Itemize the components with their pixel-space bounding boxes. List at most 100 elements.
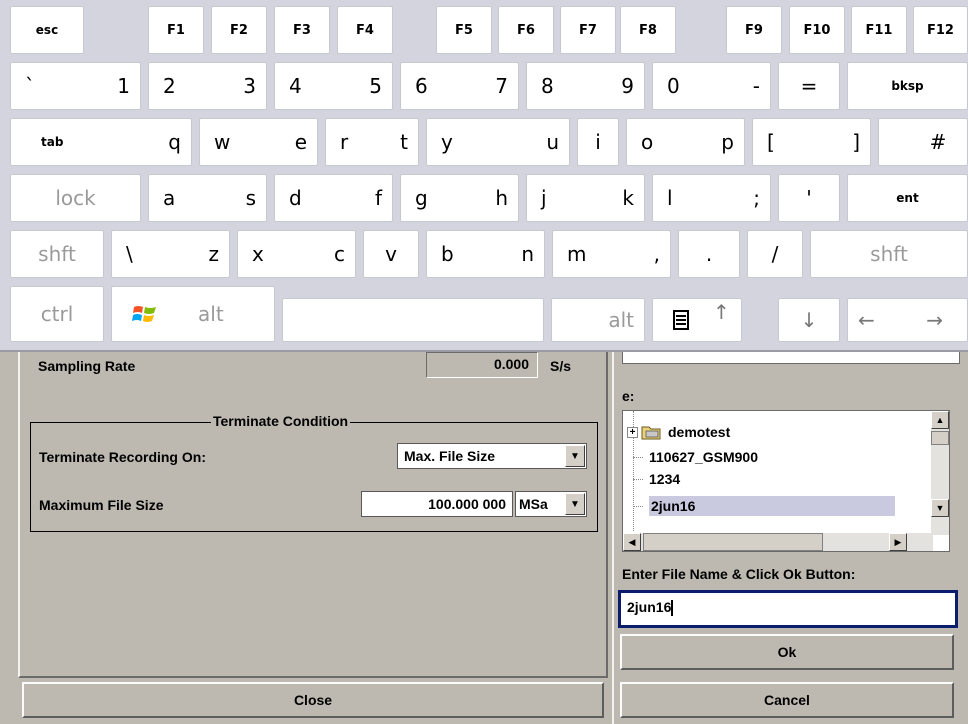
- key-label: w: [214, 130, 231, 154]
- key-down-arrow[interactable]: ↓: [778, 298, 840, 342]
- file-size-value: 100.000 000: [428, 496, 506, 512]
- key-label: -: [752, 74, 760, 98]
- key-a-s[interactable]: a s: [148, 174, 267, 222]
- scroll-up-icon[interactable]: ▲: [931, 411, 949, 429]
- key-shift-right[interactable]: shft: [810, 230, 968, 278]
- key-f4[interactable]: F4: [337, 6, 393, 54]
- key-o-p[interactable]: o p: [626, 118, 745, 166]
- key-label: 9: [621, 74, 634, 98]
- key-caps-lock[interactable]: lock: [10, 174, 141, 222]
- key-backslash-z[interactable]: \ z: [111, 230, 230, 278]
- cancel-button[interactable]: Cancel: [620, 682, 954, 718]
- tree-item-110627-gsm900[interactable]: 110627_GSM900: [633, 449, 758, 465]
- key-0-minus[interactable]: 0 -: [652, 62, 771, 110]
- key-label: r: [340, 130, 349, 154]
- key-right-arrow[interactable]: →: [926, 308, 943, 332]
- close-button[interactable]: Close: [22, 682, 604, 718]
- terminate-condition-dropdown[interactable]: Max. File Size ▼: [397, 443, 587, 469]
- sampling-rate-unit: S/s: [550, 358, 572, 374]
- key-label: h: [495, 186, 508, 210]
- key-menu[interactable]: ↑: [652, 298, 742, 342]
- file-name-prompt: Enter File Name & Click Ok Button:: [622, 566, 856, 582]
- key-space[interactable]: [282, 298, 544, 342]
- windows-logo-icon: [132, 306, 156, 322]
- key-esc[interactable]: esc: [10, 6, 84, 54]
- key-win-alt[interactable]: alt: [111, 286, 275, 342]
- key-f1[interactable]: F1: [148, 6, 204, 54]
- key-d-f[interactable]: d f: [274, 174, 393, 222]
- key-backspace[interactable]: bksp: [847, 62, 968, 110]
- file-size-unit-dropdown[interactable]: MSa ▼: [515, 491, 587, 517]
- maximum-file-size-input[interactable]: 100.000 000: [361, 491, 513, 517]
- expand-icon[interactable]: +: [627, 426, 638, 438]
- scroll-thumb[interactable]: [931, 431, 949, 445]
- key-f3[interactable]: F3: [274, 6, 330, 54]
- key-up-arrow[interactable]: ↑: [713, 300, 730, 324]
- tree-connector: [633, 456, 643, 458]
- key-enter[interactable]: ent: [847, 174, 968, 222]
- on-screen-keyboard: esc F1 F2 F3 F4 F5 F6 F7 F8 F9 F10 F11 F…: [0, 0, 968, 352]
- scroll-right-icon[interactable]: ▶: [889, 533, 907, 551]
- folder-icon: [641, 426, 661, 440]
- ok-button[interactable]: Ok: [620, 634, 954, 670]
- key-v[interactable]: v: [363, 230, 419, 278]
- key-8-9[interactable]: 8 9: [526, 62, 645, 110]
- file-name-value: 2jun16: [627, 599, 672, 615]
- key-brackets[interactable]: [ ]: [752, 118, 871, 166]
- scroll-down-icon[interactable]: ▼: [931, 499, 949, 517]
- key-r-t[interactable]: r t: [325, 118, 419, 166]
- key-f12[interactable]: F12: [913, 6, 968, 54]
- key-m-comma[interactable]: m ,: [552, 230, 671, 278]
- key-label: 7: [495, 74, 508, 98]
- key-period[interactable]: .: [678, 230, 740, 278]
- tree-connector: [633, 505, 643, 507]
- key-x-c[interactable]: x c: [237, 230, 356, 278]
- folder-tree[interactable]: + demotest 110627_GSM900 1234 2jun16 ▲ ▼…: [622, 410, 950, 552]
- horizontal-scrollbar[interactable]: ◀ ▶: [623, 533, 933, 551]
- key-hash[interactable]: #: [878, 118, 968, 166]
- key-i[interactable]: i: [577, 118, 619, 166]
- key-label: ;: [753, 186, 760, 210]
- key-f2[interactable]: F2: [211, 6, 267, 54]
- key-backtick-1[interactable]: ` 1: [10, 62, 141, 110]
- scroll-thumb[interactable]: [643, 533, 823, 551]
- key-f11[interactable]: F11: [851, 6, 907, 54]
- key-left-arrow[interactable]: ←: [858, 308, 875, 332]
- key-f10[interactable]: F10: [789, 6, 845, 54]
- key-f9[interactable]: F9: [726, 6, 782, 54]
- chevron-down-icon[interactable]: ▼: [565, 445, 585, 467]
- key-j-k[interactable]: j k: [526, 174, 645, 222]
- chevron-down-icon[interactable]: ▼: [565, 493, 585, 515]
- key-f6[interactable]: F6: [498, 6, 554, 54]
- key-f8[interactable]: F8: [620, 6, 676, 54]
- key-alt-right[interactable]: alt: [551, 298, 645, 342]
- key-f5[interactable]: F5: [436, 6, 492, 54]
- tree-item-2jun16-selected[interactable]: 2jun16: [633, 495, 923, 517]
- scroll-left-icon[interactable]: ◀: [623, 533, 641, 551]
- vertical-scrollbar[interactable]: ▲ ▼: [931, 411, 949, 535]
- key-2-3[interactable]: 2 3: [148, 62, 267, 110]
- key-label: 3: [243, 74, 256, 98]
- key-tab-q[interactable]: tab q: [10, 118, 192, 166]
- key-label: p: [721, 130, 734, 154]
- key-6-7[interactable]: 6 7: [400, 62, 519, 110]
- key-label: s: [245, 186, 256, 210]
- key-w-e[interactable]: w e: [199, 118, 318, 166]
- key-slash[interactable]: /: [747, 230, 803, 278]
- key-f7[interactable]: F7: [560, 6, 616, 54]
- key-left-right[interactable]: ← →: [847, 298, 968, 342]
- tree-item-demotest[interactable]: + demotest: [627, 423, 730, 441]
- key-ctrl[interactable]: ctrl: [10, 286, 104, 342]
- tree-item-1234[interactable]: 1234: [633, 471, 680, 487]
- key-y-u[interactable]: y u: [426, 118, 570, 166]
- key-4-5[interactable]: 4 5: [274, 62, 393, 110]
- key-b-n[interactable]: b n: [426, 230, 545, 278]
- key-g-h[interactable]: g h: [400, 174, 519, 222]
- key-l-semicolon[interactable]: l ;: [652, 174, 771, 222]
- key-quote[interactable]: ': [778, 174, 840, 222]
- key-label: 0: [667, 74, 680, 98]
- key-label: x: [252, 242, 264, 266]
- key-equals[interactable]: =: [778, 62, 840, 110]
- key-shift-left[interactable]: shft: [10, 230, 104, 278]
- file-name-input[interactable]: 2jun16: [618, 590, 958, 628]
